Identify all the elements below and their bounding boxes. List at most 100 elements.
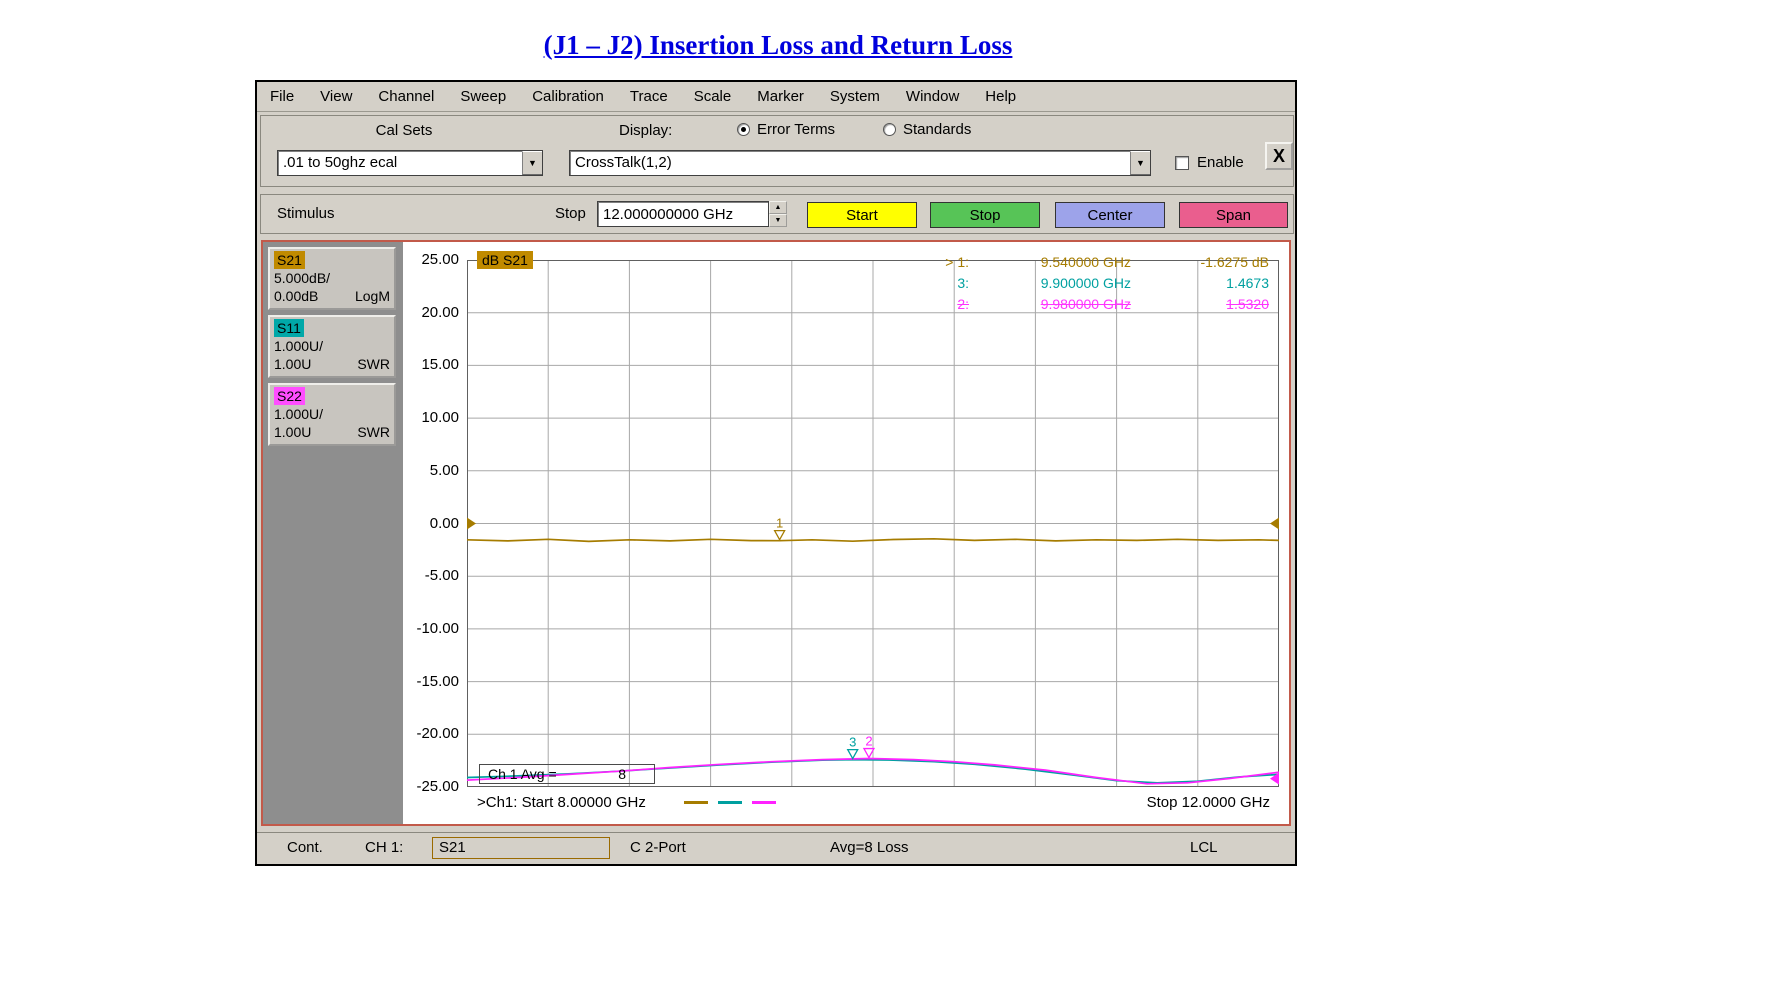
menu-item-window[interactable]: Window — [893, 88, 972, 105]
display-value[interactable]: CrossTalk(1,2) — [570, 151, 1130, 175]
svg-text:2: 2 — [865, 734, 872, 749]
y-axis-tick-label: -25.00 — [407, 778, 459, 795]
trace-scale: 1.000U/ — [274, 405, 390, 423]
status-averaging: Avg=8 Loss — [830, 839, 909, 856]
start-button[interactable]: Start — [807, 202, 917, 228]
average-value: 8 — [618, 766, 626, 782]
app-window: File View Channel Sweep Calibration Trac… — [255, 80, 1297, 866]
status-cal-status: C 2-Port — [630, 839, 686, 856]
stop-button[interactable]: Stop — [930, 202, 1040, 228]
stop-frequency-input[interactable] — [597, 201, 769, 227]
y-axis-tick-label: -5.00 — [407, 567, 459, 584]
stimulus-label: Stimulus — [277, 205, 335, 222]
display-label: Display: — [619, 122, 672, 139]
center-button[interactable]: Center — [1055, 202, 1165, 228]
s21-trace-swatch — [684, 801, 708, 804]
marker-value: 1.4673 — [1143, 273, 1269, 294]
menu-item-system[interactable]: System — [817, 88, 893, 105]
y-axis-tick-label: 0.00 — [407, 515, 459, 532]
stop-field-label: Stop — [555, 205, 586, 222]
plot-canvas: 1 32 — [467, 260, 1279, 787]
cal-sets-label: Cal Sets — [304, 122, 504, 139]
menu-item-file[interactable]: File — [257, 88, 307, 105]
y-axis-tick-label: -10.00 — [407, 620, 459, 637]
trace-ref: 0.00dB — [274, 287, 318, 305]
chevron-down-icon: ▼ — [1136, 159, 1145, 168]
channel-average-box: Ch 1 Avg = 8 — [479, 764, 655, 784]
marker-frequency: 9.980000 GHz — [981, 294, 1131, 315]
start-frequency-label: >Ch1: Start 8.00000 GHz — [477, 794, 646, 811]
menu-item-help[interactable]: Help — [972, 88, 1029, 105]
channel-window: S21 5.000dB/ 0.00dB LogM S11 1.000U/ 1.0… — [261, 240, 1291, 826]
trace-format: SWR — [357, 355, 390, 373]
status-active-trace: S21 — [432, 837, 610, 859]
trace-legend — [684, 801, 776, 804]
menu-item-scale[interactable]: Scale — [681, 88, 745, 105]
close-button[interactable]: X — [1265, 142, 1293, 170]
menu-bar: File View Channel Sweep Calibration Trac… — [257, 82, 1295, 112]
standards-radio-label: Standards — [903, 121, 971, 138]
status-continuous: Cont. — [287, 839, 323, 856]
menu-item-sweep[interactable]: Sweep — [447, 88, 519, 105]
trace-format: SWR — [357, 423, 390, 441]
s11-trace-swatch — [718, 801, 742, 804]
marker-prefix: 2: — [923, 294, 969, 315]
trace-scale: 5.000dB/ — [274, 269, 390, 287]
marker-readout: > 1: 9.540000 GHz -1.6275 dB 3: 9.900000… — [923, 252, 1269, 315]
sweep-start-annotation: >Ch1: Start 8.00000 GHz — [477, 794, 776, 811]
radio-unselected-icon[interactable] — [883, 123, 896, 136]
svg-text:1: 1 — [776, 516, 783, 531]
trace-panel: S21 5.000dB/ 0.00dB LogM S11 1.000U/ 1.0… — [263, 242, 403, 824]
spinner-up-button[interactable]: ▲ — [769, 201, 787, 214]
chevron-down-icon: ▼ — [528, 159, 537, 168]
down-arrow-icon: ▼ — [775, 217, 782, 224]
status-local-mode: LCL — [1190, 839, 1218, 856]
menu-item-channel[interactable]: Channel — [365, 88, 447, 105]
trace-button-s22[interactable]: S22 1.000U/ 1.00U SWR — [268, 383, 396, 446]
status-bar: Cont. CH 1: S21 C 2-Port Avg=8 Loss LCL — [257, 832, 1295, 864]
active-trace-chip: dB S21 — [477, 251, 533, 269]
marker-prefix: 3: — [923, 273, 969, 294]
trace-button-s21[interactable]: S21 5.000dB/ 0.00dB LogM — [268, 247, 396, 310]
marker-value: -1.6275 dB — [1143, 252, 1269, 273]
sweep-stop-annotation: Stop 12.0000 GHz — [1147, 794, 1270, 811]
page-title[interactable]: (J1 – J2) Insertion Loss and Return Loss — [258, 30, 1298, 61]
error-terms-radio[interactable]: Error Terms — [737, 121, 835, 138]
trace-button-s11[interactable]: S11 1.000U/ 1.00U SWR — [268, 315, 396, 378]
up-arrow-icon: ▲ — [775, 204, 782, 211]
cal-toolbar: Cal Sets Display: Error Terms Standards … — [260, 115, 1294, 187]
y-axis-tick-label: 5.00 — [407, 462, 459, 479]
menu-item-view[interactable]: View — [307, 88, 365, 105]
standards-radio[interactable]: Standards — [883, 121, 971, 138]
marker-value: 1.5320 — [1143, 294, 1269, 315]
marker-readout-row-3: 3: 9.900000 GHz 1.4673 — [923, 273, 1269, 294]
enable-checkbox[interactable] — [1175, 156, 1189, 170]
y-axis-tick-label: 15.00 — [407, 356, 459, 373]
trace-name-chip: S21 — [274, 251, 305, 269]
svg-text:3: 3 — [849, 735, 856, 750]
average-label: Ch 1 Avg = — [488, 766, 557, 782]
menu-item-trace[interactable]: Trace — [617, 88, 681, 105]
plot-region: 25.0020.0015.0010.005.000.00-5.00-10.00-… — [403, 242, 1289, 824]
stimulus-bar: Stimulus Stop ▲ ▼ Start Stop Center Span — [260, 194, 1294, 234]
radio-selected-icon[interactable] — [737, 123, 750, 136]
enable-checkbox-group[interactable]: Enable — [1175, 154, 1244, 171]
display-combobox[interactable]: CrossTalk(1,2) ▼ — [569, 150, 1151, 176]
stop-frequency-spinner[interactable]: ▲ ▼ — [769, 201, 787, 227]
cal-set-combobox[interactable]: .01 to 50ghz ecal ▼ — [277, 150, 543, 176]
cal-set-value[interactable]: .01 to 50ghz ecal — [278, 151, 522, 175]
cal-set-dropdown-button[interactable]: ▼ — [522, 151, 542, 175]
trace-format: LogM — [355, 287, 390, 305]
display-dropdown-button[interactable]: ▼ — [1130, 151, 1150, 175]
s22-trace-swatch — [752, 801, 776, 804]
spinner-down-button[interactable]: ▼ — [769, 214, 787, 227]
trace-name-chip: S11 — [274, 319, 304, 337]
menu-item-calibration[interactable]: Calibration — [519, 88, 617, 105]
trace-ref: 1.00U — [274, 355, 311, 373]
menu-item-marker[interactable]: Marker — [744, 88, 817, 105]
y-axis-tick-label: 20.00 — [407, 304, 459, 321]
span-button[interactable]: Span — [1179, 202, 1288, 228]
marker-frequency: 9.900000 GHz — [981, 273, 1131, 294]
marker-readout-row-1: > 1: 9.540000 GHz -1.6275 dB — [923, 252, 1269, 273]
status-channel-label: CH 1: — [365, 839, 403, 856]
